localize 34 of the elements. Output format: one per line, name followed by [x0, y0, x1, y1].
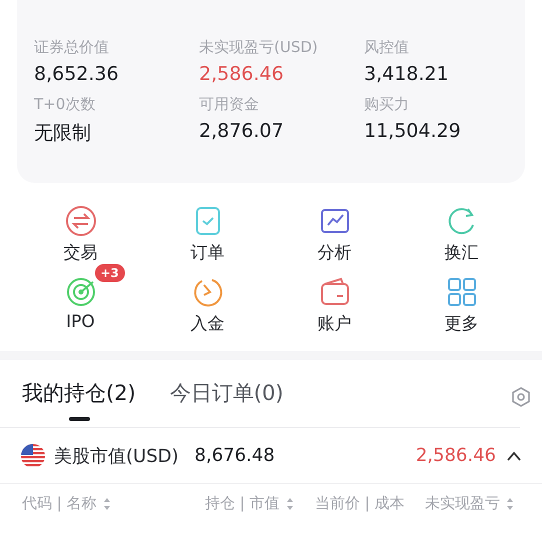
- stat-value: 11,504.29: [364, 120, 462, 142]
- settings-icon[interactable]: [510, 386, 532, 408]
- stat-value: 8,652.36: [34, 63, 120, 85]
- stat-label: 证券总价值: [34, 38, 110, 57]
- market-value: 8,676.48: [194, 445, 275, 466]
- stat-value: 无限制: [34, 121, 92, 146]
- shortcut-label[interactable]: 换汇: [444, 241, 478, 264]
- stat-label: 购买力: [364, 95, 410, 114]
- tab[interactable]: 今日订单(0): [170, 378, 284, 422]
- us-flag-icon: [20, 442, 46, 468]
- shortcut-label[interactable]: 更多: [444, 312, 478, 335]
- swap-arrows-icon: [64, 205, 96, 237]
- stat-label: T+0次数: [34, 95, 96, 114]
- shortcut-label[interactable]: 订单: [190, 241, 224, 264]
- market-pnl: 2,586.46: [416, 445, 496, 466]
- stat-label: 可用资金: [199, 95, 260, 114]
- shortcut-label[interactable]: 账户: [318, 312, 352, 335]
- shortcut-label[interactable]: 入金: [190, 312, 224, 335]
- tab[interactable]: 我的持仓(2): [22, 378, 136, 422]
- stat-value: 2,586.46: [199, 63, 285, 85]
- stat-label: 风控值: [364, 38, 410, 57]
- shortcut-label[interactable]: IPO: [66, 312, 95, 332]
- target-icon: [64, 276, 96, 308]
- stat-value: 3,418.21: [364, 63, 450, 85]
- stat-label: 未实现盈亏(USD): [199, 38, 319, 57]
- clock-arrow-icon: [192, 276, 224, 308]
- grid-icon: [446, 276, 478, 308]
- shortcut-label[interactable]: 交易: [64, 241, 98, 264]
- wallet-icon: [318, 276, 350, 308]
- stat-value: 2,876.07: [199, 120, 285, 142]
- collapse-chevron-icon[interactable]: [506, 450, 522, 460]
- shortcut-label[interactable]: 分析: [318, 241, 352, 264]
- count-badge: +3: [94, 264, 125, 282]
- market-label: 美股市值(USD): [54, 444, 179, 468]
